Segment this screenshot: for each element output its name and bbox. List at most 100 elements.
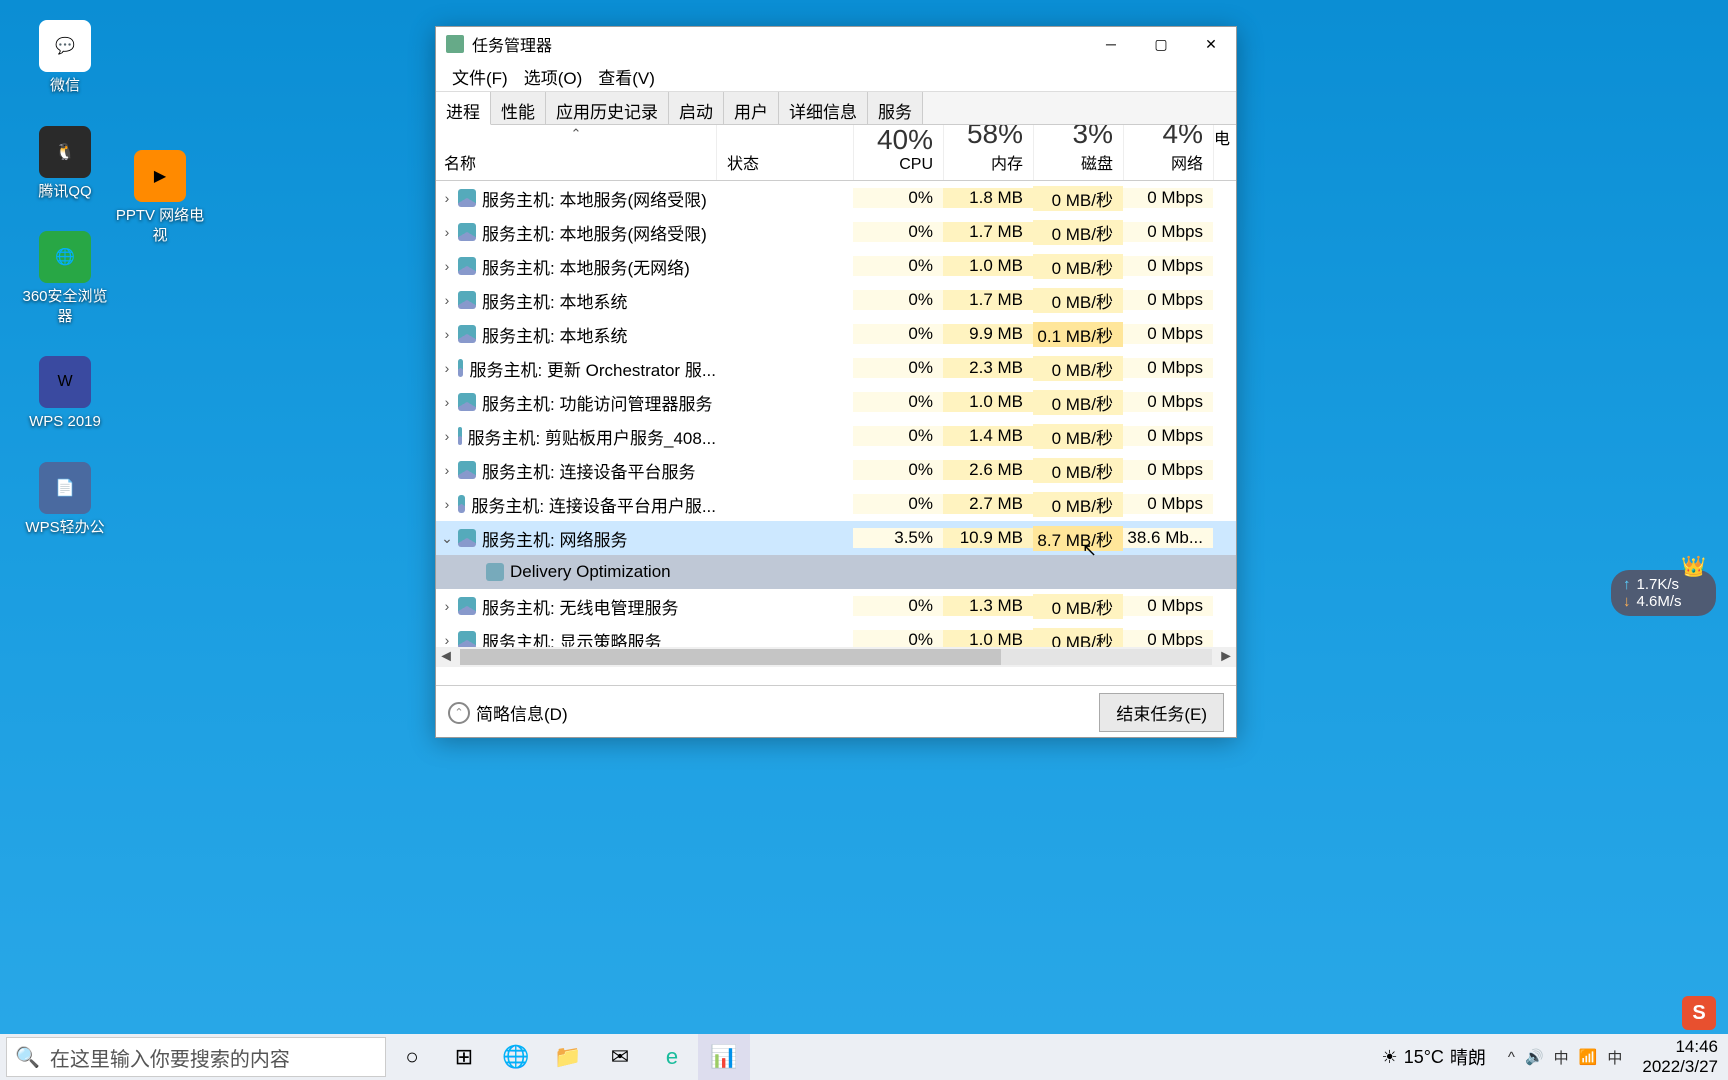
cell-cpu: 0% — [853, 290, 943, 310]
process-name: 服务主机: 功能访问管理器服务 — [458, 390, 716, 415]
clock[interactable]: 14:46 2022/3/27 — [1632, 1037, 1728, 1076]
tray-lang-icon[interactable]: 中 — [1607, 1047, 1622, 1068]
tray-volume-icon[interactable]: 🔊 — [1525, 1048, 1544, 1066]
table-row[interactable]: ›服务主机: 更新 Orchestrator 服...0%2.3 MB0 MB/… — [436, 351, 1236, 385]
table-row[interactable]: ›服务主机: 功能访问管理器服务0%1.0 MB0 MB/秒0 Mbps — [436, 385, 1236, 419]
col-state[interactable]: 状态 — [716, 125, 853, 180]
expand-icon[interactable]: › — [436, 292, 458, 308]
expand-icon[interactable]: › — [436, 496, 458, 512]
net-speed-widget[interactable]: 👑 ↑1.7K/s ↓4.6M/s — [1611, 570, 1716, 616]
expand-icon[interactable]: › — [436, 462, 458, 478]
maximize-button[interactable]: ▢ — [1136, 27, 1186, 61]
col-cpu[interactable]: 40% CPU — [853, 125, 943, 180]
tab-users[interactable]: 用户 — [724, 92, 779, 124]
search-box[interactable]: 🔍 在这里输入你要搜索的内容 — [6, 1037, 386, 1077]
desktop-icon[interactable]: 🌐360安全浏览器 — [20, 231, 110, 326]
titlebar[interactable]: 任务管理器 ─ ▢ ✕ — [436, 27, 1236, 61]
expand-icon[interactable]: › — [436, 428, 458, 444]
table-row[interactable]: ›服务主机: 本地服务(网络受限)0%1.8 MB0 MB/秒0 Mbps — [436, 181, 1236, 215]
table-row[interactable]: ›服务主机: 无线电管理服务0%1.3 MB0 MB/秒0 Mbps — [436, 589, 1236, 623]
table-row[interactable]: ›服务主机: 连接设备平台用户服...0%2.7 MB0 MB/秒0 Mbps — [436, 487, 1236, 521]
app-icon — [446, 35, 464, 53]
expand-icon[interactable]: › — [436, 394, 458, 410]
expand-icon[interactable]: › — [436, 632, 458, 647]
gear-icon — [458, 223, 476, 241]
col-name[interactable]: ⌃ 名称 — [436, 125, 716, 180]
scroll-thumb[interactable] — [460, 649, 1001, 665]
desktop-icon[interactable]: 💬微信 — [20, 20, 110, 96]
edge-icon[interactable]: 🌐 — [490, 1034, 542, 1080]
system-tray[interactable]: ^ 🔊 中 📶 中 — [1498, 1047, 1632, 1068]
desktop-icon[interactable]: 📄WPS轻办公 — [20, 462, 110, 538]
cell-cpu: 0% — [853, 630, 943, 647]
grid-body[interactable]: ›服务主机: 本地服务(网络受限)0%1.8 MB0 MB/秒0 Mbps›服务… — [436, 181, 1236, 647]
end-task-button[interactable]: 结束任务(E) — [1099, 693, 1224, 732]
menu-options[interactable]: 选项(O) — [516, 61, 591, 91]
scroll-track[interactable] — [460, 649, 1212, 665]
scroll-left-icon[interactable]: ◄ — [436, 648, 456, 666]
taskmgr-icon[interactable]: 📊 — [698, 1034, 750, 1080]
tray-wifi-icon[interactable]: 📶 — [1579, 1048, 1598, 1066]
window-title: 任务管理器 — [472, 32, 1086, 56]
fewer-details-button[interactable]: ⌃ 简略信息(D) — [448, 700, 568, 725]
col-extra[interactable]: 电 — [1213, 125, 1233, 180]
col-network[interactable]: 4% 网络 — [1123, 125, 1213, 180]
weather-widget[interactable]: ☀ 15°C 晴朗 — [1370, 1044, 1498, 1070]
menu-view[interactable]: 查看(V) — [590, 61, 663, 91]
cortana-icon[interactable]: ○ — [386, 1034, 438, 1080]
table-row[interactable]: ›服务主机: 本地服务(网络受限)0%1.7 MB0 MB/秒0 Mbps — [436, 215, 1236, 249]
tab-startup[interactable]: 启动 — [669, 92, 724, 124]
task-view-icon[interactable]: ⊞ — [438, 1034, 490, 1080]
process-name: 服务主机: 网络服务 — [458, 526, 716, 551]
crown-icon: 👑 — [1681, 554, 1706, 579]
cell-net: 0 Mbps — [1123, 256, 1213, 276]
cell-disk: 0 MB/秒 — [1033, 492, 1123, 517]
table-row[interactable]: ›服务主机: 本地服务(无网络)0%1.0 MB0 MB/秒0 Mbps — [436, 249, 1236, 283]
minimize-button[interactable]: ─ — [1086, 27, 1136, 61]
tab-app-history[interactable]: 应用历史记录 — [546, 92, 669, 124]
process-name: 服务主机: 本地系统 — [458, 288, 716, 313]
expand-icon[interactable]: ⌄ — [436, 530, 458, 547]
tab-performance[interactable]: 性能 — [491, 92, 546, 124]
sogou-ime-icon[interactable]: S — [1682, 996, 1716, 1030]
table-row[interactable]: ›服务主机: 本地系统0%1.7 MB0 MB/秒0 Mbps — [436, 283, 1236, 317]
scroll-right-icon[interactable]: ► — [1216, 648, 1236, 666]
desktop-icon-label: WPS轻办公 — [20, 518, 110, 538]
col-disk[interactable]: 3% 磁盘 — [1033, 125, 1123, 180]
tab-services[interactable]: 服务 — [868, 92, 923, 124]
expand-icon[interactable]: › — [436, 190, 458, 206]
h-scrollbar[interactable]: ◄ ► — [436, 647, 1236, 667]
mail-icon[interactable]: ✉ — [594, 1034, 646, 1080]
close-button[interactable]: ✕ — [1186, 27, 1236, 61]
process-name: Delivery Optimization — [458, 562, 716, 582]
cell-mem: 1.0 MB — [943, 256, 1033, 276]
gear-icon — [458, 427, 462, 445]
col-memory[interactable]: 58% 内存 — [943, 125, 1033, 180]
cell-mem: 1.0 MB — [943, 630, 1033, 647]
table-row[interactable]: ⌄服务主机: 网络服务3.5%10.9 MB8.7 MB/秒38.6 Mb... — [436, 521, 1236, 555]
table-row[interactable]: ›服务主机: 本地系统0%9.9 MB0.1 MB/秒0 Mbps — [436, 317, 1236, 351]
table-row[interactable]: ›服务主机: 剪贴板用户服务_408...0%1.4 MB0 MB/秒0 Mbp… — [436, 419, 1236, 453]
explorer-icon[interactable]: 📁 — [542, 1034, 594, 1080]
cell-disk: 0 MB/秒 — [1033, 288, 1123, 313]
table-row[interactable]: Delivery Optimization — [436, 555, 1236, 589]
tray-ime-icon[interactable]: 中 — [1554, 1047, 1569, 1068]
table-row[interactable]: ›服务主机: 连接设备平台服务0%2.6 MB0 MB/秒0 Mbps — [436, 453, 1236, 487]
desktop-icon[interactable]: ▶PPTV 网络电视 — [115, 150, 205, 245]
browser-icon[interactable]: e — [646, 1034, 698, 1080]
tab-processes[interactable]: 进程 — [436, 92, 491, 125]
expand-icon[interactable]: › — [436, 224, 458, 240]
expand-icon[interactable]: › — [436, 598, 458, 614]
desktop-icon-label: 360安全浏览器 — [20, 287, 110, 326]
menu-file[interactable]: 文件(F) — [444, 61, 516, 91]
expand-icon[interactable]: › — [436, 326, 458, 342]
tray-chevron-icon[interactable]: ^ — [1508, 1049, 1515, 1066]
gear-icon — [458, 257, 476, 275]
table-row[interactable]: ›服务主机: 显示策略服务0%1.0 MB0 MB/秒0 Mbps — [436, 623, 1236, 647]
desktop-icon[interactable]: WWPS 2019 — [20, 356, 110, 432]
tab-details[interactable]: 详细信息 — [779, 92, 868, 124]
desktop-icon[interactable]: 🐧腾讯QQ — [20, 126, 110, 202]
expand-icon[interactable]: › — [436, 360, 458, 376]
expand-icon[interactable]: › — [436, 258, 458, 274]
cell-cpu: 0% — [853, 426, 943, 446]
